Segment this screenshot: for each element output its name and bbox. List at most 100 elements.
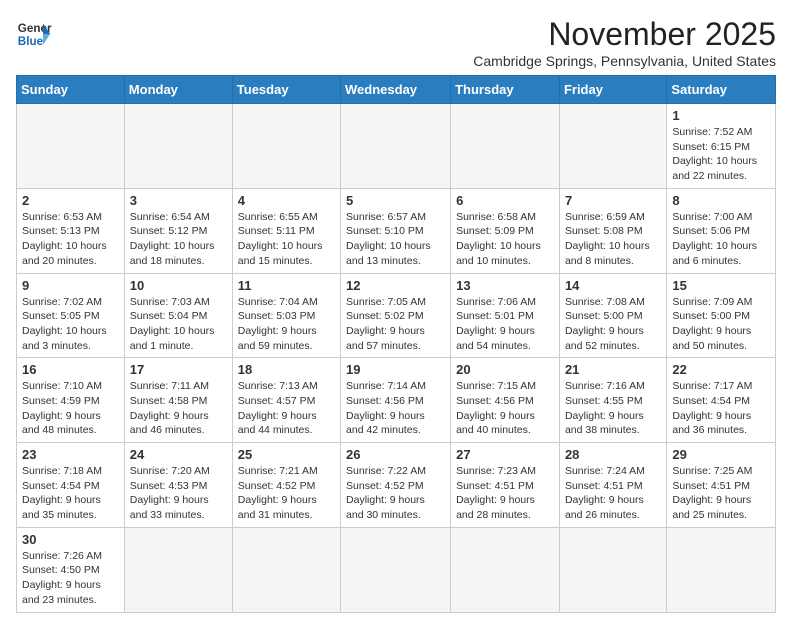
calendar-cell (559, 104, 666, 189)
calendar-cell: 1 Sunrise: 7:52 AM Sunset: 6:15 PM Daylig… (667, 104, 776, 189)
day-info: Sunrise: 7:24 AM Sunset: 4:51 PM Dayligh… (565, 464, 661, 523)
day-info: Sunrise: 7:16 AM Sunset: 4:55 PM Dayligh… (565, 379, 661, 438)
day-number: 9 (22, 278, 119, 293)
calendar-cell (559, 527, 666, 612)
day-info: Sunrise: 7:09 AM Sunset: 5:00 PM Dayligh… (672, 295, 770, 354)
day-number: 21 (565, 362, 661, 377)
calendar-cell (124, 527, 232, 612)
day-info: Sunrise: 7:06 AM Sunset: 5:01 PM Dayligh… (456, 295, 554, 354)
day-info: Sunrise: 7:02 AM Sunset: 5:05 PM Dayligh… (22, 295, 119, 354)
page-header: General Blue November 2025 Cambridge Spr… (16, 16, 776, 69)
calendar-cell: 24Sunrise: 7:20 AM Sunset: 4:53 PM Dayli… (124, 443, 232, 528)
weekday-header-row: SundayMondayTuesdayWednesdayThursdayFrid… (17, 76, 776, 104)
calendar-cell: 20 Sunrise: 7:15 AM Sunset: 4:56 PM Dayli… (451, 358, 560, 443)
weekday-header-tuesday: Tuesday (232, 76, 340, 104)
month-title: November 2025 (473, 16, 776, 53)
calendar-cell: 9 Sunrise: 7:02 AM Sunset: 5:05 PM Daylig… (17, 273, 125, 358)
day-number: 2 (22, 193, 119, 208)
weekday-header-wednesday: Wednesday (341, 76, 451, 104)
weekday-header-friday: Friday (559, 76, 666, 104)
calendar-cell: 10Sunrise: 7:03 AM Sunset: 5:04 PM Dayli… (124, 273, 232, 358)
calendar-cell: 23 Sunrise: 7:18 AM Sunset: 4:54 PM Dayli… (17, 443, 125, 528)
day-info: Sunrise: 7:10 AM Sunset: 4:59 PM Dayligh… (22, 379, 119, 438)
calendar-cell: 26Sunrise: 7:22 AM Sunset: 4:52 PM Dayli… (341, 443, 451, 528)
calendar-week-row: 9 Sunrise: 7:02 AM Sunset: 5:05 PM Daylig… (17, 273, 776, 358)
calendar-cell: 30 Sunrise: 7:26 AM Sunset: 4:50 PM Dayli… (17, 527, 125, 612)
day-info: Sunrise: 7:20 AM Sunset: 4:53 PM Dayligh… (130, 464, 227, 523)
day-info: Sunrise: 7:25 AM Sunset: 4:51 PM Dayligh… (672, 464, 770, 523)
calendar-week-row: 1 Sunrise: 7:52 AM Sunset: 6:15 PM Daylig… (17, 104, 776, 189)
calendar-cell (232, 527, 340, 612)
day-info: Sunrise: 7:18 AM Sunset: 4:54 PM Dayligh… (22, 464, 119, 523)
day-number: 26 (346, 447, 445, 462)
calendar-week-row: 23 Sunrise: 7:18 AM Sunset: 4:54 PM Dayli… (17, 443, 776, 528)
day-number: 20 (456, 362, 554, 377)
calendar-cell: 8 Sunrise: 7:00 AM Sunset: 5:06 PM Daylig… (667, 188, 776, 273)
calendar-cell: 14Sunrise: 7:08 AM Sunset: 5:00 PM Dayli… (559, 273, 666, 358)
calendar-cell (451, 104, 560, 189)
day-number: 22 (672, 362, 770, 377)
calendar-cell: 11 Sunrise: 7:04 AM Sunset: 5:03 PM Dayli… (232, 273, 340, 358)
day-number: 30 (22, 532, 119, 547)
weekday-header-monday: Monday (124, 76, 232, 104)
weekday-header-saturday: Saturday (667, 76, 776, 104)
day-number: 18 (238, 362, 335, 377)
day-number: 5 (346, 193, 445, 208)
calendar-cell: 5Sunrise: 6:57 AM Sunset: 5:10 PM Daylig… (341, 188, 451, 273)
day-info: Sunrise: 6:53 AM Sunset: 5:13 PM Dayligh… (22, 210, 119, 269)
day-number: 11 (238, 278, 335, 293)
day-info: Sunrise: 7:52 AM Sunset: 6:15 PM Dayligh… (672, 125, 770, 184)
day-info: Sunrise: 7:05 AM Sunset: 5:02 PM Dayligh… (346, 295, 445, 354)
calendar-cell: 25 Sunrise: 7:21 AM Sunset: 4:52 PM Dayli… (232, 443, 340, 528)
calendar-table: SundayMondayTuesdayWednesdayThursdayFrid… (16, 75, 776, 613)
day-number: 15 (672, 278, 770, 293)
calendar-cell (17, 104, 125, 189)
calendar-cell: 27Sunrise: 7:23 AM Sunset: 4:51 PM Dayli… (451, 443, 560, 528)
day-number: 25 (238, 447, 335, 462)
location-title: Cambridge Springs, Pennsylvania, United … (473, 53, 776, 69)
day-number: 6 (456, 193, 554, 208)
day-number: 23 (22, 447, 119, 462)
calendar-cell: 7Sunrise: 6:59 AM Sunset: 5:08 PM Daylig… (559, 188, 666, 273)
day-info: Sunrise: 7:17 AM Sunset: 4:54 PM Dayligh… (672, 379, 770, 438)
day-info: Sunrise: 7:08 AM Sunset: 5:00 PM Dayligh… (565, 295, 661, 354)
day-info: Sunrise: 6:54 AM Sunset: 5:12 PM Dayligh… (130, 210, 227, 269)
calendar-cell: 17Sunrise: 7:11 AM Sunset: 4:58 PM Dayli… (124, 358, 232, 443)
calendar-cell: 21 Sunrise: 7:16 AM Sunset: 4:55 PM Dayli… (559, 358, 666, 443)
day-number: 4 (238, 193, 335, 208)
calendar-cell (451, 527, 560, 612)
day-number: 28 (565, 447, 661, 462)
calendar-cell: 4Sunrise: 6:55 AM Sunset: 5:11 PM Daylig… (232, 188, 340, 273)
day-info: Sunrise: 7:14 AM Sunset: 4:56 PM Dayligh… (346, 379, 445, 438)
calendar-cell (667, 527, 776, 612)
title-area: November 2025 Cambridge Springs, Pennsyl… (473, 16, 776, 69)
calendar-cell (124, 104, 232, 189)
day-info: Sunrise: 7:04 AM Sunset: 5:03 PM Dayligh… (238, 295, 335, 354)
day-info: Sunrise: 7:26 AM Sunset: 4:50 PM Dayligh… (22, 549, 119, 608)
day-info: Sunrise: 7:21 AM Sunset: 4:52 PM Dayligh… (238, 464, 335, 523)
logo-icon: General Blue (16, 16, 52, 52)
calendar-cell: 2 Sunrise: 6:53 AM Sunset: 5:13 PM Daylig… (17, 188, 125, 273)
day-number: 12 (346, 278, 445, 293)
day-number: 29 (672, 447, 770, 462)
day-number: 27 (456, 447, 554, 462)
day-number: 3 (130, 193, 227, 208)
calendar-cell: 15 Sunrise: 7:09 AM Sunset: 5:00 PM Dayli… (667, 273, 776, 358)
day-info: Sunrise: 7:00 AM Sunset: 5:06 PM Dayligh… (672, 210, 770, 269)
day-number: 7 (565, 193, 661, 208)
calendar-cell (232, 104, 340, 189)
calendar-cell: 12 Sunrise: 7:05 AM Sunset: 5:02 PM Dayli… (341, 273, 451, 358)
calendar-week-row: 2 Sunrise: 6:53 AM Sunset: 5:13 PM Daylig… (17, 188, 776, 273)
day-number: 19 (346, 362, 445, 377)
calendar-cell: 29 Sunrise: 7:25 AM Sunset: 4:51 PM Dayli… (667, 443, 776, 528)
calendar-cell: 22 Sunrise: 7:17 AM Sunset: 4:54 PM Dayli… (667, 358, 776, 443)
day-number: 8 (672, 193, 770, 208)
day-info: Sunrise: 7:15 AM Sunset: 4:56 PM Dayligh… (456, 379, 554, 438)
calendar-cell: 13Sunrise: 7:06 AM Sunset: 5:01 PM Dayli… (451, 273, 560, 358)
calendar-week-row: 16Sunrise: 7:10 AM Sunset: 4:59 PM Dayli… (17, 358, 776, 443)
calendar-week-row: 30 Sunrise: 7:26 AM Sunset: 4:50 PM Dayli… (17, 527, 776, 612)
weekday-header-thursday: Thursday (451, 76, 560, 104)
weekday-header-sunday: Sunday (17, 76, 125, 104)
day-number: 1 (672, 108, 770, 123)
calendar-cell (341, 104, 451, 189)
